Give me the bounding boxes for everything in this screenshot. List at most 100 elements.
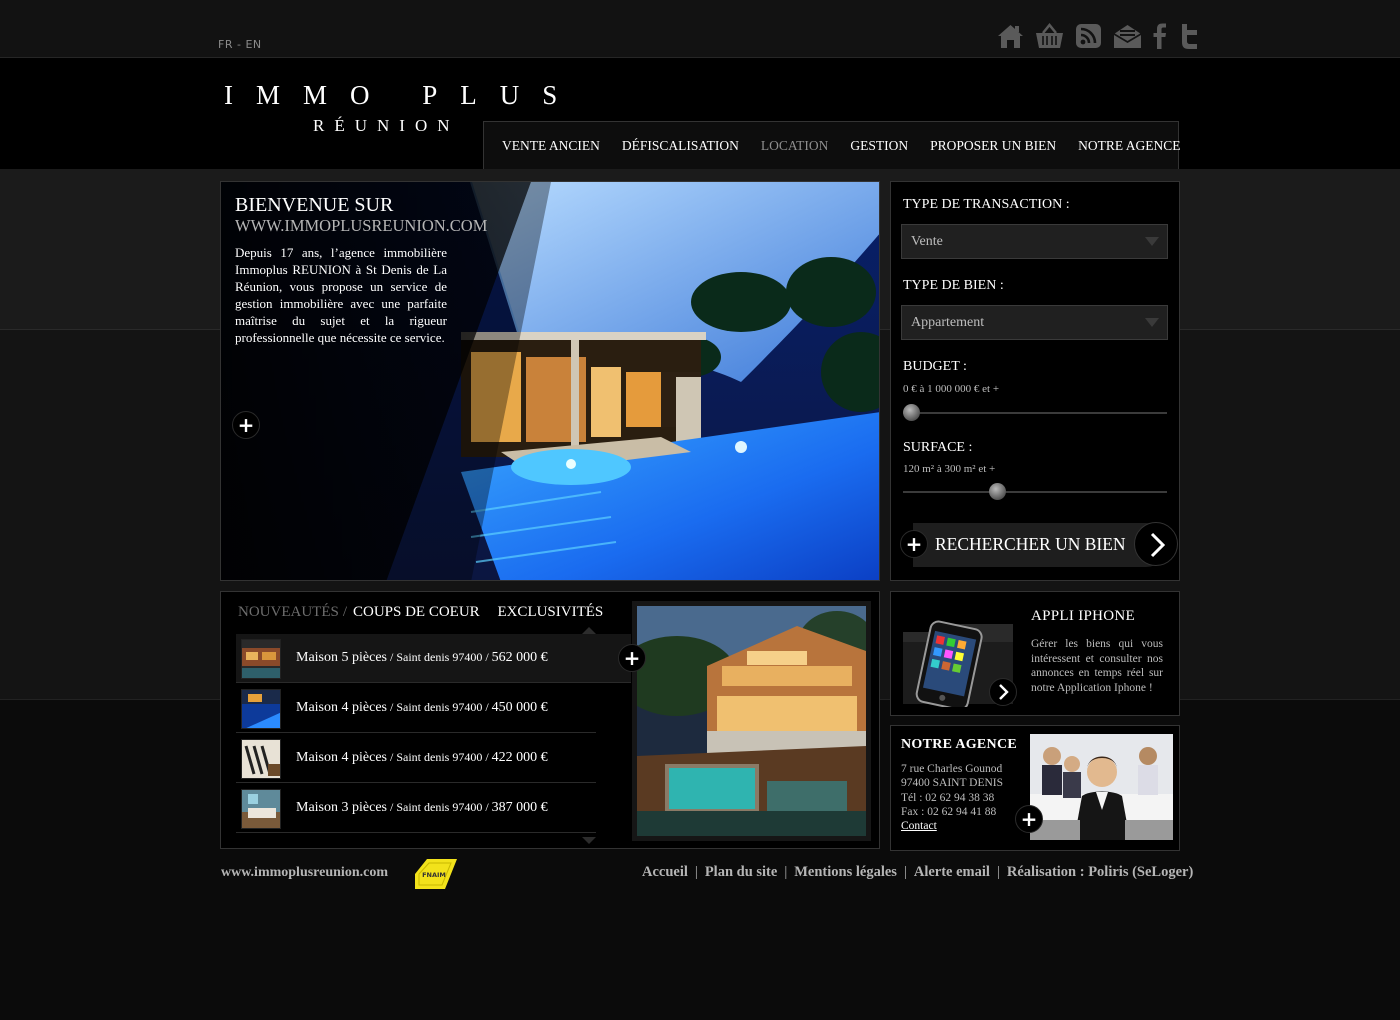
surface-label: SURFACE :: [903, 440, 973, 455]
nav-proposer-un-bien[interactable]: PROPOSER UN BIEN: [930, 138, 1056, 154]
facebook-icon[interactable]: [1152, 22, 1168, 50]
iphone-app-text: Gérer les biens qui vous intéressent et …: [1031, 638, 1163, 694]
listing-price: 450 000 €: [491, 700, 548, 715]
nav-vente-ancien[interactable]: VENTE ANCIEN: [502, 138, 600, 154]
footer-link-plan-du-site[interactable]: Plan du site: [705, 864, 778, 880]
home-icon[interactable]: [996, 22, 1025, 50]
scroll-down-icon[interactable]: [582, 837, 596, 845]
tab-separator: [487, 604, 491, 621]
property-type-select[interactable]: Appartement: [901, 305, 1168, 340]
iphone-app-arrow-button[interactable]: [989, 678, 1017, 706]
agency-more-button[interactable]: +: [1015, 805, 1043, 833]
agency-panel: NOTRE AGENCE 7 rue Charles Gounod 97400 …: [890, 725, 1180, 851]
agency-contact-link[interactable]: Contact: [901, 820, 937, 832]
listings-panel: NOUVEAUTÉS / COUPS DE COEUR EXCLUSIVITÉS…: [220, 591, 880, 849]
nav-gestion[interactable]: GESTION: [850, 138, 908, 154]
mail-icon[interactable]: [1113, 22, 1142, 50]
hero-description: Depuis 17 ans, l’agence immobilière Immo…: [235, 245, 447, 345]
property-type-label: TYPE DE BIEN :: [903, 278, 1004, 293]
nav-notre-agence[interactable]: NOTRE AGENCE: [1078, 138, 1180, 154]
search-submit-button[interactable]: RECHERCHER UN BIEN: [913, 522, 1178, 567]
listing-price: 562 000 €: [491, 650, 548, 665]
agency-fax: Fax : 02 62 94 41 88: [901, 806, 997, 818]
agency-title: NOTRE AGENCE: [901, 737, 1018, 752]
basket-icon[interactable]: [1035, 22, 1064, 50]
logo-subtitle[interactable]: RÉUNION: [313, 116, 460, 136]
list-item[interactable]: Maison 3 pièces / Saint denis 97400 / 38…: [236, 784, 596, 833]
list-item[interactable]: Maison 5 pièces / Saint denis 97400 / 56…: [236, 634, 631, 683]
footer-link-mentions-legales[interactable]: Mentions légales: [794, 864, 897, 880]
chevron-down-icon: [1145, 237, 1159, 246]
social-icons: [996, 22, 1200, 50]
footer-link-realisation[interactable]: Réalisation : Poliris (SeLoger): [1007, 864, 1193, 880]
listing-location: / Saint denis 97400 /: [386, 700, 492, 714]
budget-slider[interactable]: [903, 404, 1167, 421]
chevron-down-icon: [1145, 318, 1159, 327]
tab-separator: /: [342, 604, 347, 620]
footer-links: Accueil | Plan du site | Mentions légales | Al…: [642, 864, 1194, 880]
listing-thumbnail: [241, 789, 281, 829]
listing-location: / Saint denis 97400 /: [386, 650, 492, 664]
hero-more-button[interactable]: +: [232, 411, 260, 439]
listing-text: Maison 3 pièces / Saint denis 97400 / 38…: [296, 800, 548, 816]
rss-icon[interactable]: [1074, 22, 1103, 50]
listing-thumbnail: [241, 639, 281, 679]
logo-title[interactable]: IMMO PLUS: [224, 80, 580, 111]
listing-thumbnail: [241, 689, 281, 729]
nav-defiscalisation[interactable]: DÉFISCALISATION: [622, 138, 739, 154]
listing-text: Maison 4 pièces / Saint denis 97400 / 45…: [296, 700, 548, 716]
iphone-app-title: APPLI IPHONE: [1031, 608, 1136, 624]
nav-location[interactable]: LOCATION: [761, 138, 829, 154]
chevron-right-icon: [1134, 522, 1178, 566]
fnaim-badge-text: FNAIM: [422, 871, 446, 879]
twitter-icon[interactable]: [1178, 22, 1200, 50]
hero-banner: BIENVENUE SUR WWW.IMMOPLUSREUNION.COM De…: [220, 181, 880, 581]
transaction-type-value: Vente: [911, 234, 943, 249]
listing-more-button[interactable]: +: [618, 644, 646, 672]
lang-fr-link[interactable]: FR: [218, 38, 233, 51]
surface-range-text: 120 m² à 300 m² et +: [903, 463, 996, 475]
footer-link-accueil[interactable]: Accueil: [642, 864, 688, 880]
transaction-type-select[interactable]: Vente: [901, 224, 1168, 259]
lang-en-link[interactable]: EN: [245, 38, 261, 51]
listing-type: Maison 4 pièces: [296, 750, 387, 765]
agency-phone: Tél : 02 62 94 38 38: [901, 792, 995, 804]
iphone-app-panel: APPLI IPHONE Gérer les biens qui vous in…: [890, 591, 1180, 716]
list-item[interactable]: Maison 4 pièces / Saint denis 97400 / 42…: [236, 734, 596, 783]
tab-nouveautes[interactable]: NOUVEAUTÉS: [238, 604, 339, 621]
hero-pool-photo: [221, 182, 879, 580]
list-item[interactable]: Maison 4 pièces / Saint denis 97400 / 45…: [236, 684, 596, 733]
footer-site-url[interactable]: www.immoplusreunion.com: [221, 865, 388, 881]
property-search-panel: TYPE DE TRANSACTION : Vente TYPE DE BIEN…: [890, 181, 1180, 581]
listing-type: Maison 3 pièces: [296, 800, 387, 815]
featured-listing-photo[interactable]: [632, 601, 871, 841]
listing-text: Maison 5 pièces / Saint denis 97400 / 56…: [296, 650, 548, 666]
hero-title: BIENVENUE SUR: [235, 194, 394, 216]
surface-slider[interactable]: [903, 483, 1167, 500]
listing-location: / Saint denis 97400 /: [386, 800, 492, 814]
hero-subtitle: WWW.IMMOPLUSREUNION.COM: [235, 216, 488, 235]
fnaim-badge[interactable]: FNAIM: [413, 857, 459, 896]
search-more-button[interactable]: +: [900, 530, 928, 558]
language-switch: FR - EN: [218, 38, 262, 51]
listing-location: / Saint denis 97400 /: [386, 750, 492, 764]
listing-type: Maison 5 pièces: [296, 650, 387, 665]
listing-price: 387 000 €: [491, 800, 548, 815]
agency-team-photo: [1030, 734, 1173, 840]
budget-slider-knob[interactable]: [903, 404, 920, 421]
agency-address-city: 97400 SAINT DENIS: [901, 777, 1004, 789]
listing-type: Maison 4 pièces: [296, 700, 387, 715]
transaction-type-label: TYPE DE TRANSACTION :: [903, 197, 1070, 212]
tab-coups-de-coeur[interactable]: COUPS DE COEUR: [353, 604, 480, 621]
surface-slider-knob[interactable]: [989, 483, 1006, 500]
tab-exclusivites[interactable]: EXCLUSIVITÉS: [497, 604, 603, 621]
main-nav: VENTE ANCIEN DÉFISCALISATION LOCATION GE…: [483, 121, 1181, 169]
footer-link-alerte-email[interactable]: Alerte email: [914, 864, 990, 880]
lang-separator: -: [232, 38, 246, 51]
listing-price: 422 000 €: [491, 750, 548, 765]
listing-thumbnail: [241, 739, 281, 779]
budget-range-text: 0 € à 1 000 000 € et +: [903, 383, 1000, 395]
property-type-value: Appartement: [911, 315, 985, 330]
budget-label: BUDGET :: [903, 359, 967, 374]
scroll-up-icon[interactable]: [582, 626, 596, 634]
